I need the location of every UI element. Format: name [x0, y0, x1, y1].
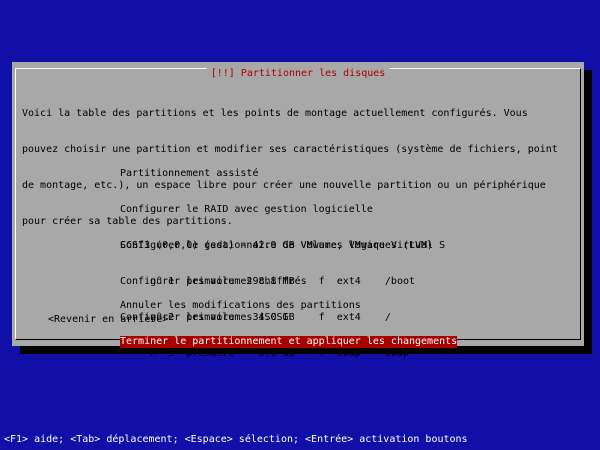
dialog-title: [!!] Partitionner les disques [206, 68, 390, 80]
menu-item-software-raid[interactable]: Configurer le RAID avec gestion logiciel… [120, 204, 433, 216]
action-list: Annuler les modifications des partitions… [120, 276, 458, 372]
menu-item-guided-partitioning[interactable]: Partitionnement assisté [120, 168, 433, 180]
status-bar: <F1> aide; <Tab> déplacement; <Espace> s… [4, 434, 468, 445]
disk-entry[interactable]: SCSI3 (0,0,0) (sda) - 42.9 GB VMware, VM… [120, 240, 445, 252]
intro-line: Voici la table des partitions et les poi… [22, 108, 528, 119]
finish-partitioning-item[interactable]: Terminer le partitionnement et appliquer… [120, 336, 458, 348]
finish-partitioning-label: Terminer le partitionnement et appliquer… [120, 336, 458, 348]
back-button[interactable]: <Revenir en arrière> [48, 314, 168, 326]
undo-changes-item[interactable]: Annuler les modifications des partitions [120, 300, 457, 312]
partition-dialog: [!!] Partitionner les disques Voici la t… [12, 62, 584, 359]
